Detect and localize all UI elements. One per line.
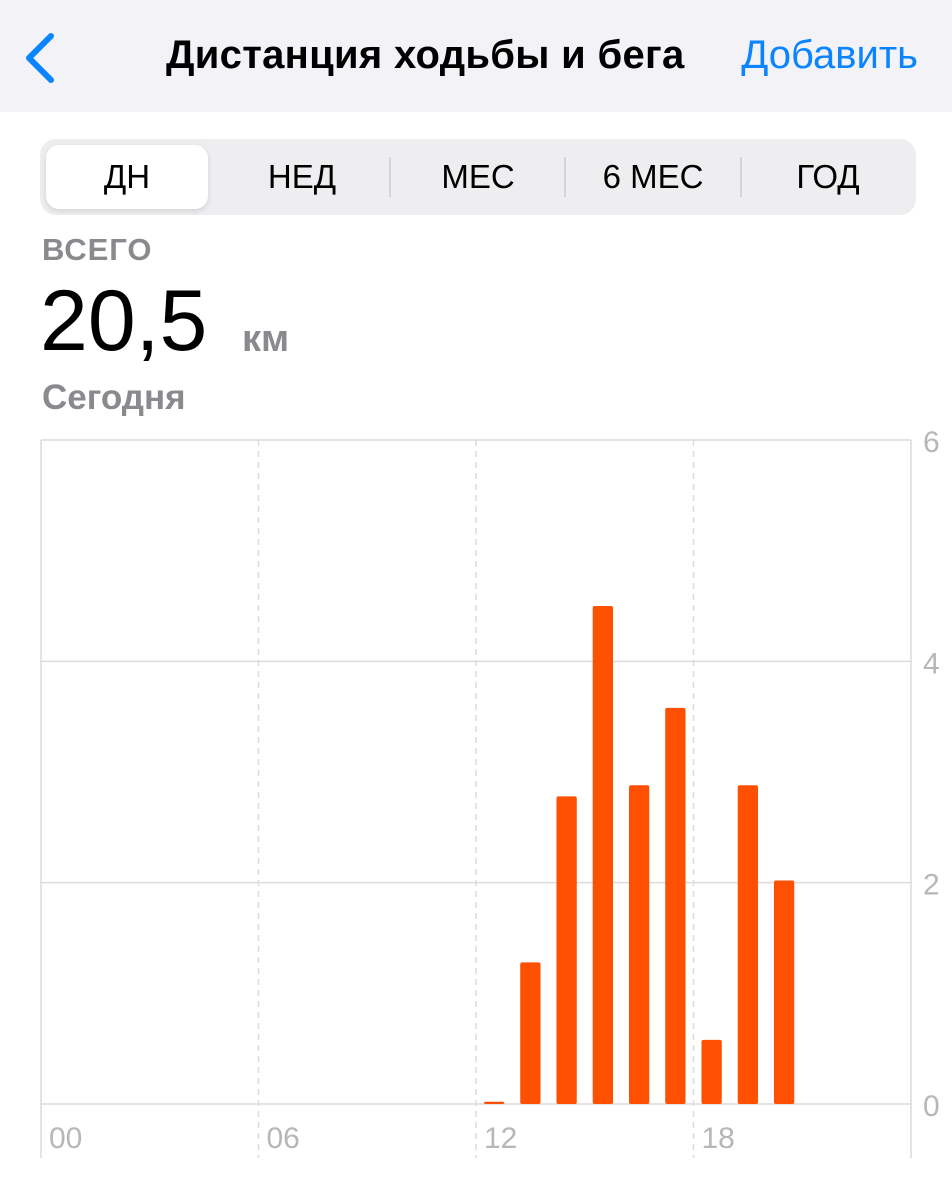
- bar: [628, 785, 650, 1104]
- y-tick-label: 2: [923, 869, 940, 902]
- bar: [665, 707, 686, 1104]
- segment-year[interactable]: ГОД: [742, 145, 914, 209]
- navigation-bar: Дистанция ходьбы и бега Добавить: [0, 0, 952, 112]
- chevron-left-icon: [26, 33, 54, 83]
- x-tick-label: 12: [484, 1122, 517, 1155]
- total-label: ВСЕГО: [42, 232, 153, 267]
- bar: [592, 606, 614, 1104]
- bar: [737, 785, 759, 1104]
- x-tick-label: 18: [702, 1122, 735, 1155]
- bar: [483, 1101, 505, 1104]
- segment-week[interactable]: НЕД: [214, 145, 390, 209]
- y-tick-label: 6: [923, 426, 940, 459]
- bar: [556, 796, 577, 1104]
- x-tick-label: 06: [267, 1122, 300, 1155]
- x-tick-label: 00: [49, 1122, 82, 1155]
- segment-month[interactable]: МЕС: [391, 145, 565, 209]
- total-value: 20,5: [40, 273, 208, 369]
- segment-day[interactable]: ДН: [46, 145, 208, 209]
- bar: [773, 880, 795, 1104]
- distance-bar-chart[interactable]: 0 2 4 6 00 06 12 18: [0, 420, 952, 1200]
- period-segmented-control: ДН НЕД МЕС 6 МЕС ГОД: [40, 139, 916, 215]
- bar: [701, 1039, 722, 1104]
- segment-6-months[interactable]: 6 МЕС: [566, 145, 740, 209]
- back-button[interactable]: [18, 30, 68, 86]
- page-title: Дистанция ходьбы и бега: [166, 33, 685, 77]
- add-button[interactable]: Добавить: [741, 33, 918, 78]
- total-unit: км: [242, 318, 290, 360]
- date-label: Сегодня: [42, 378, 186, 417]
- y-tick-label: 4: [923, 647, 940, 680]
- bar: [520, 962, 541, 1104]
- y-tick-label: 0: [923, 1090, 940, 1123]
